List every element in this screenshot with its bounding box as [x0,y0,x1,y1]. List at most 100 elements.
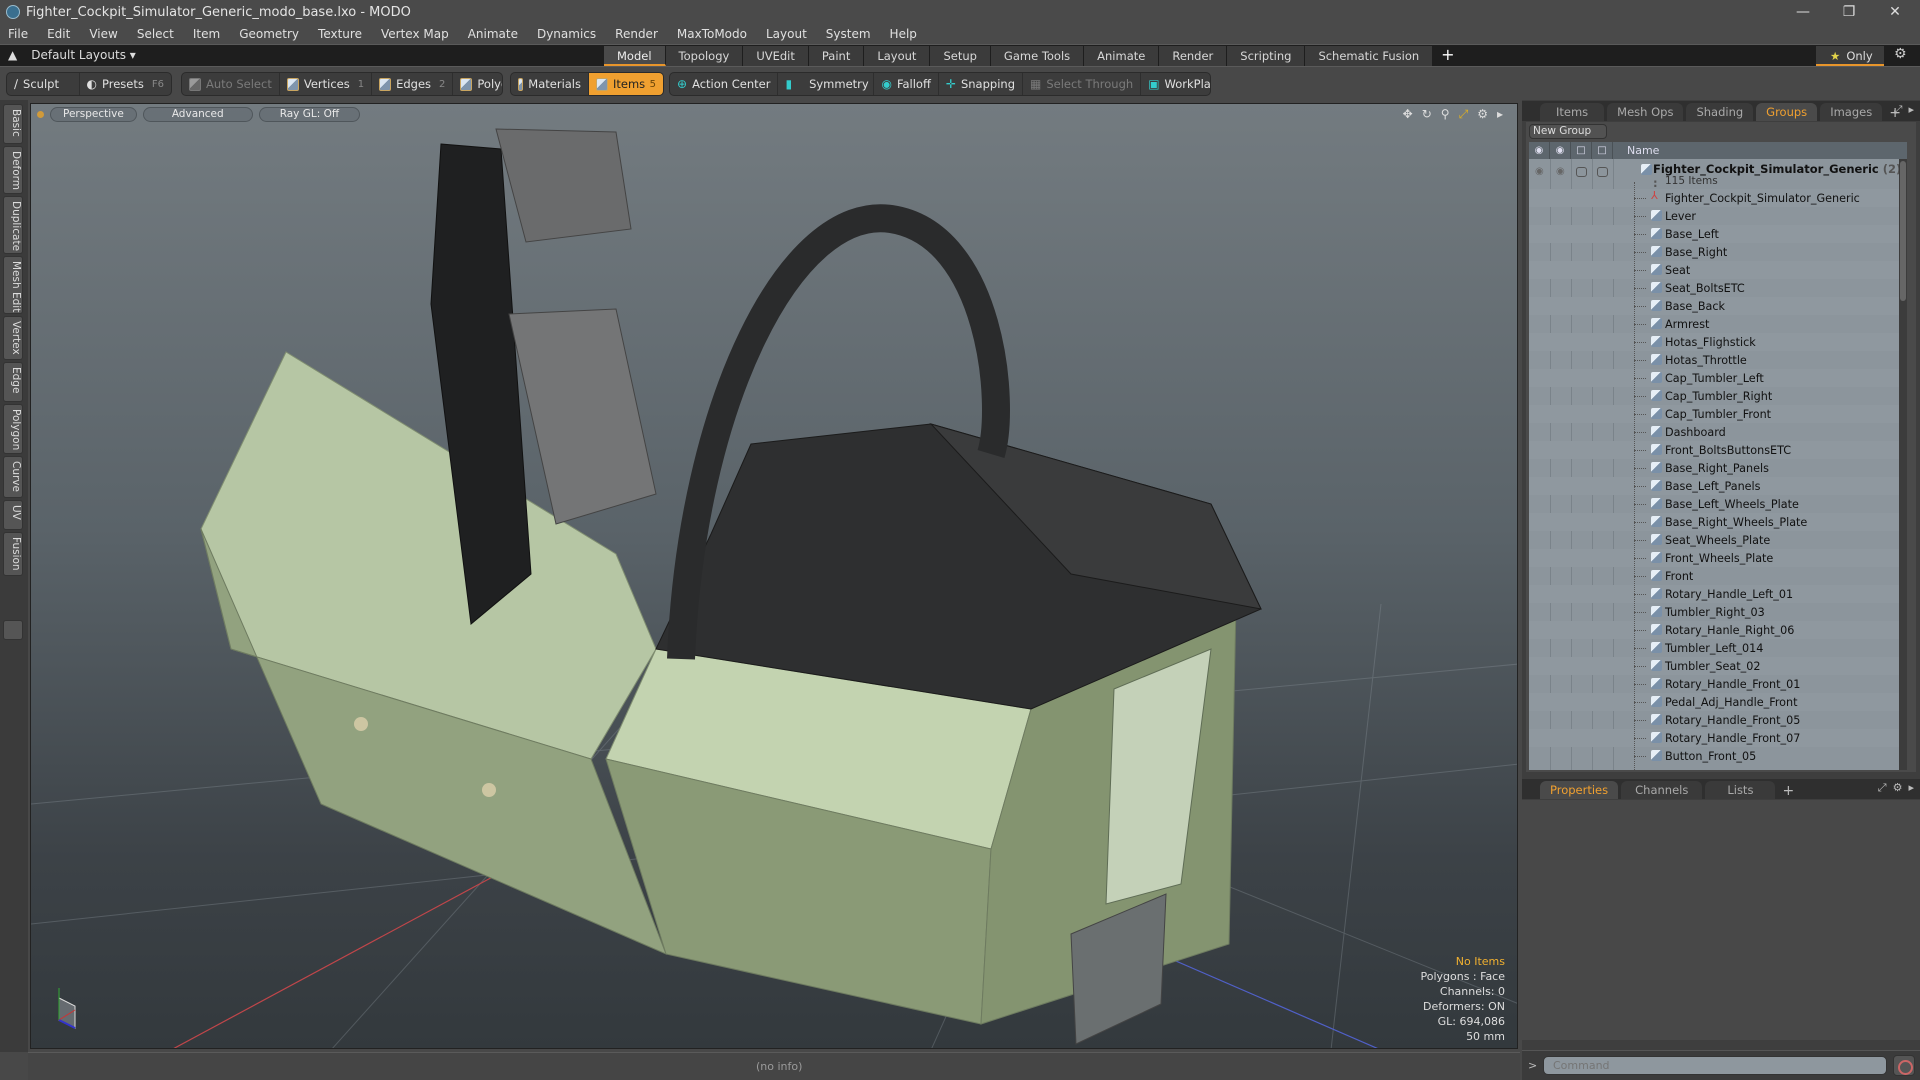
expand-arrow-icon[interactable]: ▸ [1497,107,1503,122]
select-checkbox[interactable] [1597,167,1608,177]
tree-item[interactable]: Armrest [1529,315,1907,333]
bottom-expand-icon[interactable]: ⤢ [1878,781,1887,795]
auto-select-button[interactable]: Auto Select [182,73,280,95]
tab-groups[interactable]: Groups [1756,103,1818,121]
new-group-button[interactable]: New Group [1529,124,1607,139]
render-icon[interactable]: ◉ [1556,166,1565,177]
maximize-icon[interactable]: ⤢ [1459,107,1469,122]
tab-model[interactable]: Model [604,46,666,66]
tab-mesh-ops[interactable]: Mesh Ops [1607,103,1684,121]
panel-arrow-icon[interactable]: ▸ [1908,103,1914,117]
tab-schematic-fusion[interactable]: Schematic Fusion [1305,46,1434,66]
viewport-gear-icon[interactable]: ⚙ [1477,107,1488,122]
tree-item[interactable]: Rotary_Handle_Front_05 [1529,711,1907,729]
menu-maxtomodo[interactable]: MaxToModo [677,27,747,41]
tab-basic[interactable]: Basic [3,104,23,144]
tree-item[interactable]: Base_Back [1529,297,1907,315]
tree-item[interactable]: Hotas_Throttle [1529,351,1907,369]
tab-game-tools[interactable]: Game Tools [990,46,1085,66]
tree-item[interactable]: Base_Right_Panels [1529,459,1907,477]
symmetry-button[interactable]: ▮ Symmetry [778,73,875,95]
restore-icon[interactable]: ❐ [1826,0,1872,24]
tree-item[interactable]: Tumbler_Left_014 [1529,639,1907,657]
tree-scrollbar[interactable] [1899,159,1907,770]
group-root-row[interactable]: ◉ ◉ Fighter_Cockpit_Simulator_Generic (2… [1529,159,1907,190]
menu-animate[interactable]: Animate [468,27,518,41]
menu-layout[interactable]: Layout [766,27,807,41]
tree-item[interactable]: Base_Left [1529,225,1907,243]
tree-item[interactable]: Rotary_Hanle_Right_06 [1529,621,1907,639]
falloff-button[interactable]: ◉ Falloff [874,73,939,95]
panel-expand-icon[interactable]: ⤢ [1894,103,1903,117]
tree-item[interactable]: Pedal_Adj_Handle_Front [1529,693,1907,711]
select-through-button[interactable]: ▦ Select Through [1023,73,1142,95]
tab-render[interactable]: Render [1159,46,1228,66]
minimize-icon[interactable]: — [1780,0,1826,24]
panel-toggle-button[interactable] [3,620,23,640]
advanced-button[interactable]: Advanced [142,107,253,122]
scrollbar-thumb[interactable] [1900,161,1906,301]
menu-select[interactable]: Select [137,27,174,41]
tree-item[interactable]: Base_Left_Wheels_Plate [1529,495,1907,513]
tree-item[interactable]: Cap_Tumbler_Right [1529,387,1907,405]
only-toggle[interactable]: ★ Only [1816,46,1884,66]
pan-icon[interactable]: ✥ [1403,107,1413,122]
tree-item[interactable]: Seat [1529,261,1907,279]
menu-geometry[interactable]: Geometry [239,27,299,41]
tab-animate[interactable]: Animate [1084,46,1160,66]
bottom-arrow-icon[interactable]: ▸ [1908,781,1914,795]
rotate-icon[interactable]: ↻ [1422,107,1432,122]
add-tab-button[interactable]: + [1433,46,1462,66]
tree-item[interactable]: Seat_Wheels_Plate [1529,531,1907,549]
view-mode-button[interactable]: Perspective [50,107,137,122]
tree-item[interactable]: Rotary_Handle_Left_01 [1529,585,1907,603]
snapping-button[interactable]: ✛ Snapping [939,73,1023,95]
menu-vertex-map[interactable]: Vertex Map [381,27,449,41]
tab-layout[interactable]: Layout [864,46,931,66]
tab-duplicate[interactable]: Duplicate [3,196,23,254]
tab-curve[interactable]: Curve [3,456,23,498]
tab-scripting[interactable]: Scripting [1227,46,1306,66]
render-column-icon[interactable]: ◉ [1550,142,1571,159]
bottom-gear-icon[interactable]: ⚙ [1893,781,1903,795]
raygl-button[interactable]: Ray GL: Off [258,107,361,122]
menu-file[interactable]: File [8,27,28,41]
tree-item[interactable]: Base_Right_Wheels_Plate [1529,513,1907,531]
name-column-header[interactable]: Name [1613,144,1659,157]
sculpt-button[interactable]: ∕ Sculpt [7,73,80,95]
tab-lists[interactable]: Lists [1705,781,1776,799]
3d-viewport[interactable]: Perspective Advanced Ray GL: Off ✥ ↻ ⚲ ⤢… [30,103,1518,1049]
tree-item[interactable]: Rotary_Handle_Front_01 [1529,675,1907,693]
tree-item[interactable]: Tumbler_Right_03 [1529,603,1907,621]
command-input[interactable] [1543,1056,1887,1075]
eye-icon[interactable]: ◉ [1535,166,1544,177]
tree-item[interactable]: Rotary_Handle_Front_07 [1529,729,1907,747]
polygons-button[interactable]: Polygons [453,73,502,95]
tree-item[interactable]: Button_Front_05 [1529,747,1907,765]
action-center-button[interactable]: ⊕ Action Center [670,73,779,95]
tab-uvedit[interactable]: UVEdit [743,46,809,66]
presets-button[interactable]: ◐ Presets F6 [80,73,171,95]
menu-item[interactable]: Item [193,27,220,41]
tab-items[interactable]: Items [1540,103,1605,121]
select-column-icon[interactable]: □ [1592,142,1613,159]
default-layouts-dropdown[interactable]: Default Layouts ▾ [31,48,136,62]
add-bottom-tab-button[interactable]: + [1782,783,1794,799]
tab-edge[interactable]: Edge [3,362,23,402]
tab-deform[interactable]: Deform [3,146,23,194]
tree-item[interactable]: ⅄ Fighter_Cockpit_Simulator_Generic [1529,189,1907,207]
tab-topology[interactable]: Topology [665,46,744,66]
menu-render[interactable]: Render [615,27,658,41]
visibility-column-icon[interactable]: ◉ [1529,142,1550,159]
tab-channels[interactable]: Channels [1621,781,1703,799]
menu-help[interactable]: Help [890,27,917,41]
tree-item[interactable]: Front_BoltsButtonsETC [1529,441,1907,459]
tree-item[interactable]: Cap_Tumbler_Front [1529,405,1907,423]
lock-column-icon[interactable]: □ [1571,142,1592,159]
menu-dynamics[interactable]: Dynamics [537,27,596,41]
tree-item[interactable]: Front [1529,567,1907,585]
tree-item[interactable]: Seat_BoltsETC [1529,279,1907,297]
viewport-options-icon[interactable] [37,111,44,118]
close-icon[interactable]: ✕ [1872,0,1918,24]
tab-shading[interactable]: Shading [1686,103,1754,121]
